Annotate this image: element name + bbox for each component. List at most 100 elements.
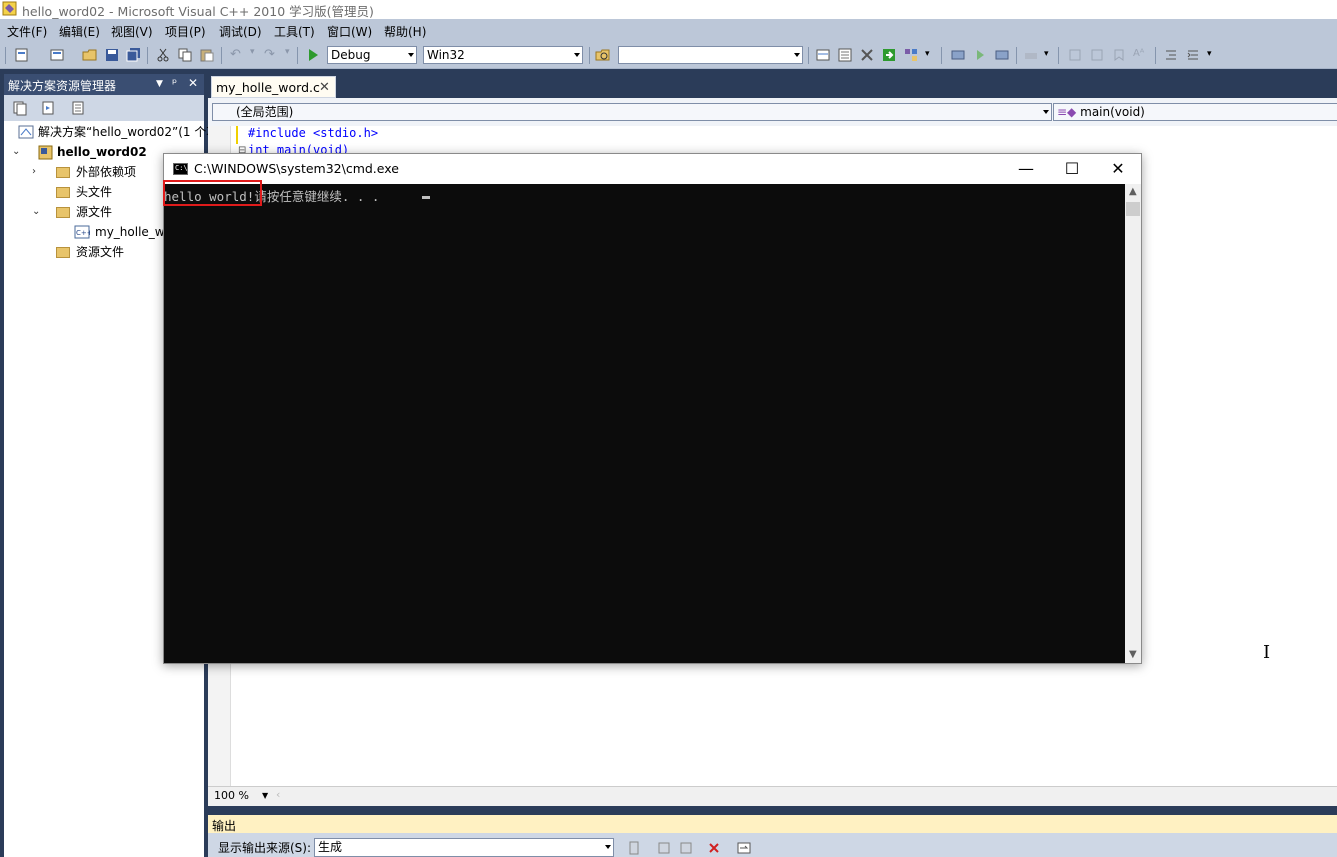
build-icon[interactable] xyxy=(950,47,966,63)
redo-dropdown-icon[interactable]: ▾ xyxy=(285,47,290,57)
solution-config-value: Debug xyxy=(331,48,371,62)
undo-dropdown-icon[interactable]: ▾ xyxy=(250,47,255,57)
editor-zoom-bar: 100 % ▼ ‹ xyxy=(208,786,1337,806)
solution-explorer-title: 解决方案资源管理器 xyxy=(8,79,117,93)
tab-label: my_holle_word.c xyxy=(216,80,320,95)
chevron-down-icon xyxy=(1043,110,1049,114)
output-source-select[interactable]: 生成 xyxy=(314,838,614,857)
minimize-button[interactable]: — xyxy=(1003,154,1049,184)
start-debugging-icon[interactable] xyxy=(305,47,321,63)
console-cursor xyxy=(422,196,430,199)
chevron-down-icon[interactable]: ⌄ xyxy=(32,207,42,217)
paste-icon[interactable] xyxy=(199,47,215,63)
tab-my-holle-word[interactable]: my_holle_word.c ✕ xyxy=(211,76,336,98)
go-to-line-icon[interactable] xyxy=(626,840,642,856)
chevron-down-icon[interactable]: ▼ xyxy=(262,791,268,800)
platform-select[interactable]: Win32 xyxy=(423,46,583,64)
window-position-icon[interactable]: ▼ xyxy=(156,79,163,89)
toolbar-overflow-icon[interactable]: ▾ xyxy=(925,49,930,59)
tree-label: 外部依赖项 xyxy=(76,165,137,179)
pin-icon[interactable]: ᵖ xyxy=(172,76,177,90)
function-select[interactable]: ≡◆ main(void) xyxy=(1053,103,1337,121)
previous-message-icon[interactable] xyxy=(656,840,672,856)
scope-value: (全局范围) xyxy=(236,105,294,119)
open-folder-icon xyxy=(56,207,70,218)
undo-icon[interactable]: ↶ xyxy=(230,47,241,62)
font-size-icon[interactable]: Aᴬ xyxy=(1133,48,1144,59)
platform-value: Win32 xyxy=(427,48,465,62)
window-titlebar: hello_word02 - Microsoft Visual C++ 2010… xyxy=(0,0,1337,19)
redo-icon[interactable]: ↷ xyxy=(264,47,275,62)
console-prompt-text: 请按任意键继续. . . xyxy=(254,189,387,204)
maximize-button[interactable]: ☐ xyxy=(1049,154,1095,184)
cut-icon[interactable] xyxy=(155,47,171,63)
solution-config-select[interactable]: Debug xyxy=(327,46,417,64)
properties-icon[interactable] xyxy=(70,100,86,116)
tree-label: 源文件 xyxy=(76,205,113,219)
toolbar-overflow-icon[interactable]: ▾ xyxy=(1207,49,1212,59)
solution-label: 解决方案“hello_word02”(1 个项 xyxy=(38,125,219,139)
menu-debug[interactable]: 调试(D) xyxy=(219,23,262,40)
open-file-icon[interactable] xyxy=(82,47,98,63)
scope-select[interactable]: (全局范围) xyxy=(212,103,1052,121)
close-icon[interactable]: ✕ xyxy=(319,80,330,95)
zoom-level[interactable]: 100 % xyxy=(214,789,249,802)
c-file-icon: C++ xyxy=(74,225,90,239)
menu-edit[interactable]: 编辑(E) xyxy=(59,23,100,40)
scroll-left-icon[interactable]: ‹ xyxy=(276,788,280,801)
decrease-indent-icon[interactable] xyxy=(1163,47,1179,63)
menu-file[interactable]: 文件(F) xyxy=(7,23,47,40)
cmd-window[interactable]: C:\ C:\WINDOWS\system32\cmd.exe — ☐ ✕ he… xyxy=(163,153,1142,664)
chevron-right-icon[interactable]: › xyxy=(32,167,42,177)
chevron-down-icon[interactable]: ⌄ xyxy=(12,147,22,157)
properties-icon[interactable] xyxy=(837,47,853,63)
save-icon[interactable] xyxy=(104,47,120,63)
project-label: hello_word02 xyxy=(57,145,147,159)
tree-label: 头文件 xyxy=(76,185,113,199)
output-panel-header: 输出 xyxy=(208,815,1337,833)
refresh-icon[interactable] xyxy=(40,100,56,116)
solution-icon xyxy=(18,125,34,139)
uncomment-icon[interactable] xyxy=(1089,47,1105,63)
menu-view[interactable]: 视图(V) xyxy=(111,23,153,40)
bookmark-icon[interactable] xyxy=(1111,47,1127,63)
scroll-up-icon[interactable]: ▲ xyxy=(1129,186,1137,197)
new-project-icon[interactable] xyxy=(14,47,30,63)
cmd-scrollbar[interactable]: ▲ ▼ xyxy=(1125,184,1141,663)
toolbox-icon[interactable] xyxy=(859,47,875,63)
copy-icon[interactable] xyxy=(177,47,193,63)
next-message-icon[interactable] xyxy=(678,840,694,856)
close-icon[interactable]: ✕ xyxy=(188,76,198,90)
function-value: main(void) xyxy=(1080,105,1145,119)
increase-indent-icon[interactable] xyxy=(1185,47,1201,63)
folder-icon xyxy=(56,167,70,178)
start-page-icon[interactable] xyxy=(881,47,897,63)
toolbar-overflow-icon[interactable]: ▾ xyxy=(1044,49,1049,59)
comment-icon[interactable] xyxy=(1067,47,1083,63)
rebuild-icon[interactable] xyxy=(994,47,1010,63)
menu-window[interactable]: 窗口(W) xyxy=(327,23,372,40)
console-output[interactable]: hello world!请按任意键继续. . . xyxy=(163,180,1125,663)
find-combo[interactable] xyxy=(618,46,803,64)
menu-project[interactable]: 项目(P) xyxy=(165,23,206,40)
code-line-1: #include <stdio.h> xyxy=(248,126,379,140)
clean-icon[interactable] xyxy=(1023,47,1039,63)
class-view-icon[interactable] xyxy=(903,47,919,63)
scrollbar-thumb[interactable] xyxy=(1126,202,1140,216)
show-all-files-icon[interactable] xyxy=(12,100,28,116)
menu-tools[interactable]: 工具(T) xyxy=(274,23,315,40)
cmd-titlebar[interactable]: C:\ C:\WINDOWS\system32\cmd.exe — ☐ ✕ xyxy=(164,154,1141,184)
run-icon[interactable] xyxy=(972,47,988,63)
solution-explorer-toolbar xyxy=(4,95,204,121)
visual-cpp-icon xyxy=(2,1,17,16)
menu-help[interactable]: 帮助(H) xyxy=(384,23,426,40)
clear-all-icon[interactable] xyxy=(706,840,722,856)
find-in-files-icon[interactable] xyxy=(595,47,611,63)
word-wrap-icon[interactable] xyxy=(736,840,752,856)
scroll-down-icon[interactable]: ▼ xyxy=(1129,649,1137,660)
close-button[interactable]: ✕ xyxy=(1095,154,1141,184)
save-all-icon[interactable] xyxy=(126,47,142,63)
change-marker xyxy=(236,126,238,144)
solution-explorer-icon[interactable] xyxy=(815,47,831,63)
add-item-icon[interactable] xyxy=(49,47,65,63)
